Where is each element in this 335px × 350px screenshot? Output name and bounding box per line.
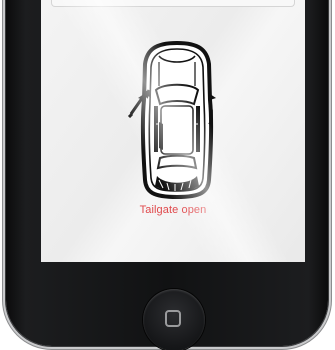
status-text: Tailgate open <box>139 204 207 216</box>
car-door-open-left-icon <box>159 122 163 150</box>
car-top-view-icon <box>138 40 216 200</box>
screenshot-stage: Tailgate open <box>0 0 335 350</box>
top-panel-edge <box>51 0 295 7</box>
door-open-arrow-icon <box>127 89 151 118</box>
home-button[interactable] <box>143 289 205 350</box>
home-square-icon <box>165 310 181 327</box>
phone-screen: Tailgate open <box>41 0 305 262</box>
